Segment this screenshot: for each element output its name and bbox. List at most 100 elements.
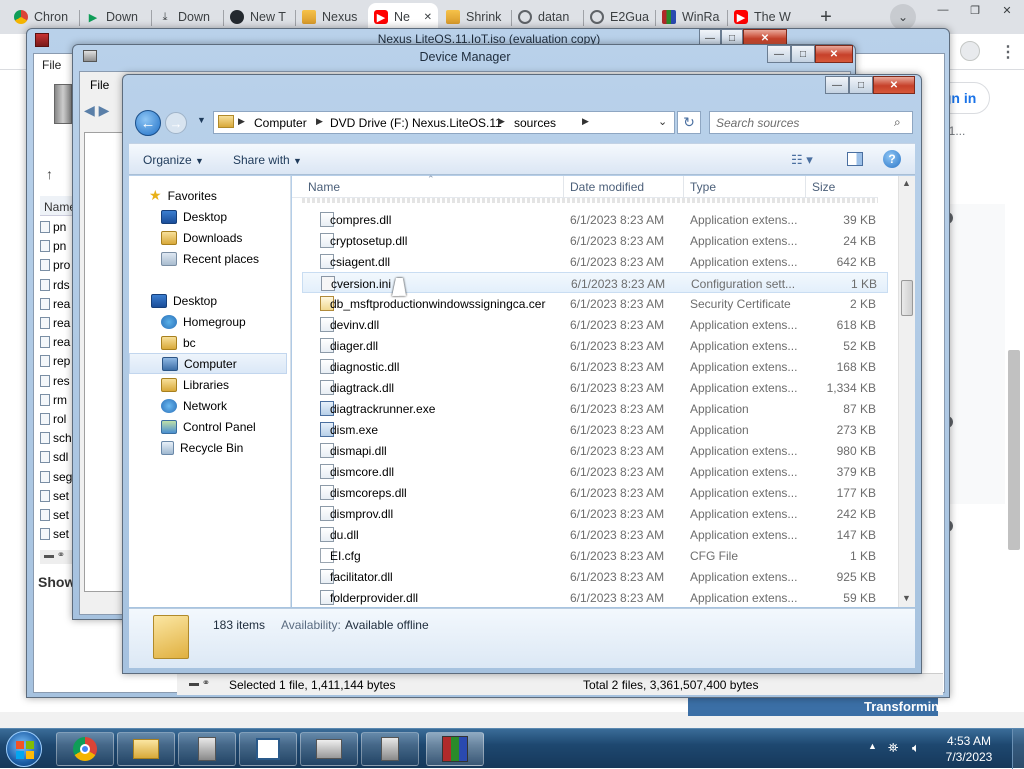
taskbar-explorer[interactable] [117, 732, 175, 766]
nav-fav-recent[interactable]: Recent places [161, 248, 259, 269]
column-type[interactable]: Type [684, 176, 806, 198]
maximize-button[interactable]: □ [849, 76, 873, 94]
browser-tab[interactable]: ▶ Down [80, 3, 150, 31]
scroll-thumb[interactable] [901, 280, 913, 316]
taskbar-winrar[interactable] [426, 732, 484, 766]
recent-pages-dropdown[interactable]: ▼ [197, 115, 206, 125]
new-tab-button[interactable]: + [812, 4, 840, 30]
nav-desktop[interactable]: Desktop [151, 290, 217, 311]
minimize-button[interactable]: — [767, 45, 791, 63]
preview-pane-icon[interactable] [847, 152, 863, 166]
breadcrumb-sources[interactable]: sources [514, 116, 556, 130]
browser-tab[interactable]: ⤓ Down [152, 3, 222, 31]
volume-muted-icon[interactable]: 🔈︎ [912, 740, 920, 756]
clock-date[interactable]: 7/3/2023 [938, 750, 1000, 764]
taskbar-chrome[interactable] [56, 732, 114, 766]
file-row[interactable]: db_msftproductionwindowssigningca.cer 6/1… [302, 293, 888, 314]
organize-button[interactable]: Organize ▼ [143, 153, 204, 167]
file-row[interactable]: dism.exe 6/1/2023 8:23 AM Application 273 K… [302, 419, 888, 440]
close-button[interactable]: ✕ [873, 76, 915, 94]
share-with-button[interactable]: Share with ▼ [233, 153, 302, 167]
breadcrumb-dvd-drive[interactable]: DVD Drive (F:) Nexus.LiteOS.11 [330, 116, 502, 130]
browser-tab[interactable]: ▶ The W [728, 3, 798, 31]
chrome-menu-icon[interactable]: ⋮ [1000, 42, 1016, 62]
maximize-button[interactable]: □ [791, 45, 815, 63]
forward-button[interactable]: → [165, 112, 187, 134]
profile-avatar[interactable] [960, 41, 980, 61]
column-date[interactable]: Date modified [564, 176, 684, 198]
file-row[interactable]: diagnostic.dll 6/1/2023 8:23 AM Applicatio… [302, 356, 888, 377]
column-size[interactable]: Size [806, 176, 878, 198]
browser-tab[interactable]: datan [512, 3, 582, 31]
browser-tab[interactable]: ▶ Ne ✕ [368, 3, 438, 31]
file-list-scrollbar[interactable]: ▲ ▼ [898, 176, 915, 607]
close-button[interactable]: ✕ [992, 0, 1022, 20]
nav-fav-downloads[interactable]: Downloads [161, 227, 242, 248]
file-row[interactable]: du.dll 6/1/2023 8:23 AM Application extens… [302, 524, 888, 545]
search-icon[interactable]: ⌕ [894, 115, 901, 130]
search-box[interactable]: Search sources ⌕ [709, 111, 913, 134]
nav-network[interactable]: Network [161, 395, 227, 416]
file-row[interactable]: facilitator.dll 6/1/2023 8:23 AM Applicati… [302, 566, 888, 587]
nav-favorites[interactable]: ★ Favorites [149, 185, 217, 206]
file-row[interactable]: diager.dll 6/1/2023 8:23 AM Application ex… [302, 335, 888, 356]
file-row[interactable]: diagtrack.dll 6/1/2023 8:23 AM Application… [302, 377, 888, 398]
browser-tab[interactable]: Shrink [440, 3, 510, 31]
file-row[interactable]: cryptosetup.dll 6/1/2023 8:23 AM Applicati… [302, 230, 888, 251]
file-row[interactable]: cversion.ini 6/1/2023 8:23 AM Configuratio… [302, 272, 888, 293]
minimize-button[interactable]: — [928, 0, 958, 20]
show-desktop-button[interactable] [1012, 729, 1024, 769]
browser-tab[interactable]: WinRa [656, 3, 726, 31]
nav-control-panel[interactable]: Control Panel [161, 416, 256, 437]
device-manager-menu-file[interactable]: File [90, 78, 109, 92]
taskbar-device-manager[interactable] [178, 732, 236, 766]
page-scrollbar[interactable] [1008, 350, 1020, 550]
file-row[interactable]: csiagent.dll 6/1/2023 8:23 AM Application … [302, 251, 888, 272]
browser-tab[interactable]: New T [224, 3, 294, 31]
file-row[interactable]: dismprov.dll 6/1/2023 8:23 AM Application … [302, 503, 888, 524]
file-row[interactable]: compres.dll 6/1/2023 8:23 AM Application e… [302, 209, 888, 230]
taskbar-app-2[interactable] [300, 732, 358, 766]
browser-tab[interactable]: E2Gua [584, 3, 654, 31]
nav-libraries[interactable]: Libraries [161, 374, 229, 395]
address-bar[interactable]: ▶ Computer ▶ DVD Drive (F:) Nexus.LiteOS… [213, 111, 675, 134]
add-archive-icon[interactable] [54, 84, 72, 124]
file-row[interactable]: devinv.dll 6/1/2023 8:23 AM Application ex… [302, 314, 888, 335]
archive-menu-file[interactable]: File [42, 58, 61, 72]
close-tab-icon[interactable]: ✕ [424, 12, 432, 23]
nav-homegroup[interactable]: Homegroup [161, 311, 246, 332]
clock-time[interactable]: 4:53 AM [938, 734, 1000, 748]
start-button[interactable] [6, 731, 42, 767]
nav-user-bc[interactable]: bc [161, 332, 196, 353]
file-row[interactable]: diagtrackrunner.exe 6/1/2023 8:23 AM Appli… [302, 398, 888, 419]
back-forward-icon[interactable]: ◀ ▶ [84, 102, 118, 118]
views-icon[interactable]: ☷ ▾ [791, 152, 813, 168]
nav-fav-desktop[interactable]: Desktop [161, 206, 227, 227]
scroll-down-icon[interactable]: ▼ [902, 593, 911, 603]
file-row[interactable]: folderprovider.dll 6/1/2023 8:23 AM Applic… [302, 587, 888, 607]
minimize-button[interactable]: — [825, 76, 849, 94]
up-arrow-icon[interactable]: ↑ [46, 166, 53, 182]
file-row[interactable]: dismcore.dll 6/1/2023 8:23 AM Application … [302, 461, 888, 482]
nav-recycle-bin[interactable]: Recycle Bin [161, 437, 243, 458]
file-row[interactable]: EI.cfg 6/1/2023 8:23 AM CFG File 1 KB [302, 545, 888, 566]
taskbar-app-3[interactable] [361, 732, 419, 766]
restore-button[interactable]: ❐ [960, 0, 990, 20]
scroll-up-icon[interactable]: ▲ [902, 178, 911, 188]
refresh-icon[interactable]: ↻ [677, 111, 701, 134]
close-button[interactable]: ✕ [815, 45, 853, 63]
breadcrumb-computer[interactable]: Computer [254, 116, 307, 130]
show-label[interactable]: Show [38, 574, 75, 590]
network-tray-icon[interactable]: ⛯ [888, 740, 898, 756]
file-row[interactable]: dismcoreps.dll 6/1/2023 8:23 AM Applicatio… [302, 482, 888, 503]
address-dropdown-icon[interactable]: ⌄ [658, 115, 667, 128]
back-button[interactable]: ← [135, 110, 161, 136]
help-icon[interactable]: ? [883, 150, 901, 168]
browser-tab[interactable]: Chron [8, 3, 78, 31]
browser-tab[interactable]: Nexus [296, 3, 366, 31]
show-hidden-icons[interactable]: ▲ [868, 741, 877, 751]
tab-search-icon[interactable]: ⌄ [890, 4, 916, 30]
taskbar-app[interactable] [239, 732, 297, 766]
file-row[interactable]: dismapi.dll 6/1/2023 8:23 AM Application e… [302, 440, 888, 461]
nav-computer[interactable]: Computer [129, 353, 287, 374]
